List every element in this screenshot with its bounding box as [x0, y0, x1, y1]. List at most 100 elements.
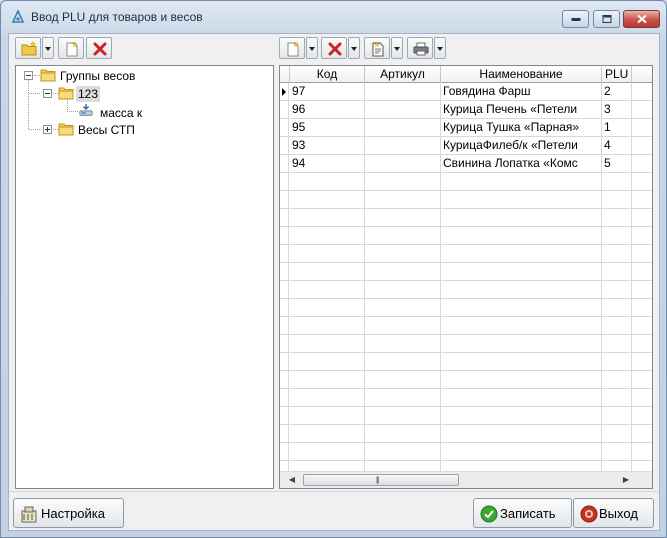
cell-code[interactable] — [290, 389, 365, 407]
row-indicator[interactable] — [280, 281, 289, 299]
table-row[interactable] — [280, 389, 652, 407]
cell-plu[interactable]: 4 — [602, 137, 632, 155]
edit-record-button[interactable] — [364, 37, 390, 59]
table-row[interactable] — [280, 407, 652, 425]
cell-plu[interactable] — [602, 317, 632, 335]
cell-plu[interactable] — [602, 443, 632, 461]
cell-plu[interactable] — [602, 227, 632, 245]
cell-article[interactable] — [365, 281, 441, 299]
cell-article[interactable] — [365, 101, 441, 119]
cell-name[interactable] — [441, 281, 602, 299]
cell-code[interactable] — [290, 191, 365, 209]
cell-article[interactable] — [365, 119, 441, 137]
cell-code[interactable]: 97 — [290, 83, 365, 101]
cell-article[interactable] — [365, 317, 441, 335]
column-header-plu[interactable]: PLU — [602, 66, 632, 83]
row-indicator[interactable] — [280, 317, 289, 335]
row-indicator[interactable] — [280, 389, 289, 407]
cell-plu[interactable] — [602, 245, 632, 263]
row-indicator[interactable] — [280, 227, 289, 245]
column-header-name[interactable]: Наименование — [441, 66, 602, 83]
table-row[interactable] — [280, 425, 652, 443]
cell-plu[interactable] — [602, 209, 632, 227]
cell-code[interactable] — [290, 299, 365, 317]
close-button[interactable] — [623, 10, 660, 28]
cell-code[interactable] — [290, 407, 365, 425]
cell-article[interactable] — [365, 353, 441, 371]
cell-name[interactable] — [441, 245, 602, 263]
cell-name[interactable] — [441, 209, 602, 227]
cell-article[interactable] — [365, 191, 441, 209]
cell-name[interactable] — [441, 227, 602, 245]
row-indicator[interactable] — [280, 407, 289, 425]
print-dropdown[interactable] — [434, 37, 446, 59]
cell-name[interactable] — [441, 335, 602, 353]
cell-plu[interactable] — [602, 389, 632, 407]
cell-code[interactable] — [290, 209, 365, 227]
cell-plu[interactable]: 3 — [602, 101, 632, 119]
cell-code[interactable] — [290, 353, 365, 371]
cell-plu[interactable] — [602, 173, 632, 191]
row-indicator[interactable] — [280, 299, 289, 317]
cell-article[interactable] — [365, 83, 441, 101]
table-row[interactable]: 96 Курица Печень «Петели 3 — [280, 101, 652, 119]
cell-name[interactable] — [441, 173, 602, 191]
cell-code[interactable] — [290, 281, 365, 299]
exit-button[interactable]: Выход — [573, 498, 654, 528]
cell-name[interactable]: Курица Тушка «Парная» — [441, 119, 602, 137]
cell-plu[interactable] — [602, 335, 632, 353]
scrollbar-thumb[interactable]: ||| — [303, 474, 459, 486]
table-row[interactable] — [280, 263, 652, 281]
add-record-dropdown[interactable] — [306, 37, 318, 59]
edit-record-dropdown[interactable] — [391, 37, 403, 59]
settings-button[interactable]: Настройка — [13, 498, 124, 528]
cell-code[interactable] — [290, 335, 365, 353]
maximize-button[interactable] — [593, 10, 620, 28]
table-row[interactable] — [280, 443, 652, 461]
row-indicator[interactable] — [280, 119, 289, 137]
row-indicator[interactable] — [280, 83, 289, 101]
add-group-button[interactable] — [15, 37, 41, 59]
cell-article[interactable] — [365, 227, 441, 245]
row-indicator[interactable] — [280, 245, 289, 263]
table-row[interactable]: 94 Свинина Лопатка «Комс 5 — [280, 155, 652, 173]
cell-code[interactable] — [290, 443, 365, 461]
cell-plu[interactable]: 5 — [602, 155, 632, 173]
groups-tree[interactable]: Группы весов 123 масса к Весы СТП — [15, 65, 274, 489]
cell-code[interactable] — [290, 263, 365, 281]
column-header-article[interactable]: Артикул — [365, 66, 441, 83]
table-row[interactable] — [280, 335, 652, 353]
cell-article[interactable] — [365, 209, 441, 227]
cell-name[interactable] — [441, 389, 602, 407]
cell-plu[interactable] — [602, 281, 632, 299]
cell-name[interactable]: Курица Печень «Петели — [441, 101, 602, 119]
row-indicator[interactable] — [280, 335, 289, 353]
cell-article[interactable] — [365, 137, 441, 155]
cell-code[interactable]: 94 — [290, 155, 365, 173]
cell-name[interactable]: Говядина Фарш — [441, 83, 602, 101]
cell-article[interactable] — [365, 407, 441, 425]
table-row[interactable] — [280, 353, 652, 371]
cell-code[interactable] — [290, 425, 365, 443]
cell-plu[interactable] — [602, 263, 632, 281]
cell-plu[interactable] — [602, 299, 632, 317]
row-indicator[interactable] — [280, 371, 289, 389]
table-row[interactable] — [280, 227, 652, 245]
cell-code[interactable]: 96 — [290, 101, 365, 119]
cell-article[interactable] — [365, 155, 441, 173]
table-row[interactable] — [280, 299, 652, 317]
tree-node-stp-scales[interactable]: Весы СТП — [16, 121, 166, 139]
tree-node-scale-groups[interactable]: Группы весов — [16, 67, 166, 85]
row-indicator[interactable] — [280, 137, 289, 155]
cell-article[interactable] — [365, 425, 441, 443]
cell-code[interactable]: 93 — [290, 137, 365, 155]
cell-code[interactable] — [290, 227, 365, 245]
collapse-icon[interactable] — [24, 71, 33, 80]
table-row[interactable] — [280, 209, 652, 227]
table-row[interactable]: 93 КурицаФилеб/к «Петели 4 — [280, 137, 652, 155]
add-group-dropdown[interactable] — [42, 37, 54, 59]
cell-name[interactable] — [441, 299, 602, 317]
cell-code[interactable] — [290, 317, 365, 335]
delete-record-button[interactable] — [321, 37, 347, 59]
cell-code[interactable] — [290, 245, 365, 263]
